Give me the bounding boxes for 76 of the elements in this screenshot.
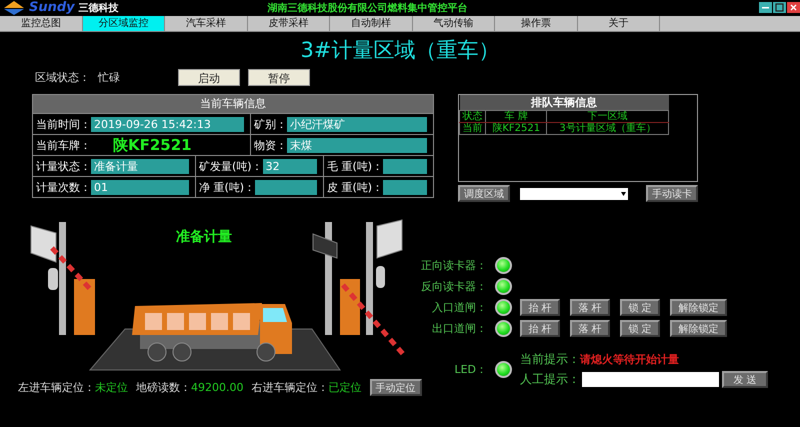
app-title: 湖南三德科技股份有限公司燃料集中管控平台 xyxy=(268,2,468,14)
hint-label: 人工提示： xyxy=(520,371,580,388)
gate-button[interactable]: 锁 定 xyxy=(620,320,660,337)
current-hint-text: 请熄火等待开始计量 xyxy=(580,352,679,367)
field-label: 毛 重(吨)： xyxy=(327,158,384,174)
logo-icon xyxy=(3,0,25,14)
region-status-label: 区域状态： xyxy=(35,70,90,84)
value-field: 准备计量 xyxy=(91,158,189,174)
nav-tab[interactable]: 分区域监控 xyxy=(82,16,165,31)
brand-name: Sundy xyxy=(29,0,75,15)
reading-value: 已定位 xyxy=(328,380,362,394)
area-dropdown[interactable] xyxy=(520,188,628,200)
table-cell: 当前 xyxy=(460,122,486,134)
reading-value: 未定位 xyxy=(95,380,128,394)
field-label: 当前车牌： xyxy=(36,138,91,152)
field-label: 当前时间： xyxy=(36,116,91,132)
column-header: 下一区域 xyxy=(546,110,668,122)
status-caption: 准备计量 xyxy=(176,228,232,246)
gate-button[interactable]: 解除锁定 xyxy=(670,320,727,337)
gate-button[interactable]: 抬 杆 xyxy=(520,320,560,337)
gate-button[interactable]: 抬 杆 xyxy=(520,299,560,316)
nav-tab[interactable]: 关于 xyxy=(578,16,660,31)
brand-subtitle: 三德科技 xyxy=(78,2,119,14)
value-field xyxy=(255,180,317,194)
restore-button[interactable] xyxy=(773,2,786,13)
value-field xyxy=(383,180,427,194)
value-field: 小纪汗煤矿 xyxy=(287,116,427,132)
nav-tab[interactable]: 皮带采样 xyxy=(248,16,330,31)
nav-tab[interactable]: 汽车采样 xyxy=(165,16,248,31)
reading-label: 右进车辆定位： xyxy=(252,380,328,394)
field-label: 矿别： xyxy=(254,116,287,132)
field-label: 计量次数： xyxy=(36,180,91,194)
field-label: 物资： xyxy=(254,138,287,152)
device-label: 入口道闸： xyxy=(431,300,487,315)
table-cell: 陕KF2521 xyxy=(486,122,547,134)
device-label: 反向读卡器： xyxy=(420,279,487,294)
page-title: 3#计量区域（重车） xyxy=(300,37,500,64)
field-label: 计量状态： xyxy=(36,158,91,174)
reading-label: 地磅读数： xyxy=(136,380,191,394)
device-label: 出口道闸： xyxy=(431,321,487,336)
value-field xyxy=(383,158,427,174)
send-button[interactable]: 发 送 xyxy=(722,371,768,388)
value-field: 01 xyxy=(91,180,189,194)
dispatch-area-button[interactable]: 调度区域 xyxy=(458,185,510,202)
panel-header: 排队车辆信息 xyxy=(460,95,668,110)
reading-value: 49200.00 xyxy=(191,380,244,394)
panel-header: 当前车辆信息 xyxy=(33,95,433,113)
device-label: LED： xyxy=(453,362,487,377)
license-plate: 陕KF2521 xyxy=(113,136,192,154)
column-header: 车 牌 xyxy=(486,110,547,122)
caret-icon xyxy=(621,192,626,196)
field-label: 净 重(吨)： xyxy=(199,180,256,194)
hint-label: 当前提示： xyxy=(520,351,580,368)
nav-tab[interactable]: 自动制样 xyxy=(330,16,412,31)
column-header: 状态 xyxy=(460,110,486,122)
manual-read-card-button[interactable]: 手动读卡 xyxy=(646,185,698,202)
value-field: 2019-09-26 15:42:13 xyxy=(91,116,244,132)
value-field: 末煤 xyxy=(287,138,427,152)
start-button[interactable]: 启动 xyxy=(178,68,240,86)
manual-position-button[interactable]: 手动定位 xyxy=(370,378,422,396)
reading-label: 左进车辆定位： xyxy=(18,380,95,394)
manual-hint-field[interactable] xyxy=(582,372,719,387)
table-cell: 3号计量区域（重车） xyxy=(546,122,668,134)
region-status-value: 忙碌 xyxy=(98,70,121,84)
device-label: 正向读卡器： xyxy=(420,258,487,273)
gate-button[interactable]: 锁 定 xyxy=(620,299,660,316)
field-label: 矿发量(吨)： xyxy=(199,158,263,174)
value-field: 32 xyxy=(262,158,317,174)
nav-tab[interactable]: 气动传输 xyxy=(412,16,495,31)
gate-button[interactable]: 落 杆 xyxy=(570,299,610,316)
close-button[interactable] xyxy=(787,2,800,13)
gate-button[interactable]: 落 杆 xyxy=(570,320,610,337)
gate-button[interactable]: 解除锁定 xyxy=(670,299,727,316)
field-label: 皮 重(吨)： xyxy=(327,180,384,194)
pause-button[interactable]: 暂停 xyxy=(248,68,310,86)
nav-tab[interactable]: 操作票 xyxy=(495,16,578,31)
